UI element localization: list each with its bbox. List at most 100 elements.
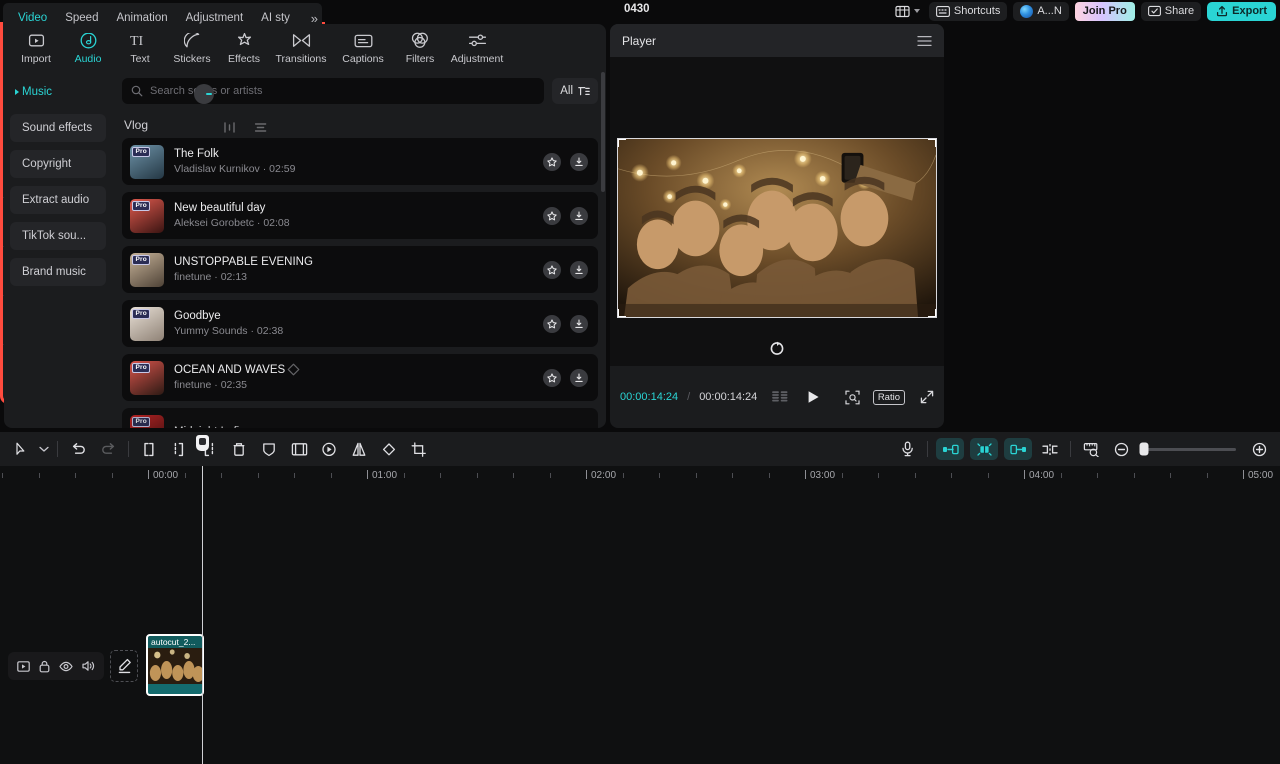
crop-icon[interactable] bbox=[404, 436, 434, 462]
song-row[interactable]: Pro Goodbye Yummy Sounds · 02:38 bbox=[122, 300, 598, 347]
lock-icon[interactable] bbox=[39, 660, 50, 673]
fullscreen-icon[interactable] bbox=[920, 390, 934, 404]
download-icon[interactable] bbox=[570, 261, 588, 279]
volume-icon[interactable] bbox=[82, 660, 95, 672]
star-icon[interactable] bbox=[543, 153, 561, 171]
resize-handle-bottom-right[interactable] bbox=[928, 309, 937, 318]
star-icon[interactable] bbox=[543, 207, 561, 225]
nav-tab-filters[interactable]: Filters bbox=[394, 29, 446, 65]
playhead-line bbox=[202, 488, 203, 764]
nav-tab-effects[interactable]: Effects bbox=[218, 29, 270, 65]
split-left-icon[interactable] bbox=[134, 436, 164, 462]
ruler-tick bbox=[331, 473, 332, 478]
resize-handle-top-right[interactable] bbox=[928, 138, 937, 147]
redo-icon[interactable] bbox=[93, 436, 123, 462]
layout-button[interactable] bbox=[892, 2, 923, 21]
download-icon[interactable] bbox=[570, 153, 588, 171]
tool-dropdown-caret-icon[interactable] bbox=[36, 436, 52, 462]
chevron-double-right-icon[interactable]: » bbox=[311, 11, 318, 26]
undo-icon[interactable] bbox=[63, 436, 93, 462]
mask-shield-icon[interactable] bbox=[254, 436, 284, 462]
zoom-slider-handle[interactable] bbox=[1140, 443, 1149, 456]
export-button[interactable]: Export bbox=[1207, 2, 1276, 21]
distribute-horizontal-icon[interactable] bbox=[214, 116, 245, 138]
download-icon[interactable] bbox=[570, 315, 588, 333]
resize-handle-bottom-left[interactable] bbox=[617, 309, 626, 318]
eye-visibility-icon[interactable] bbox=[59, 661, 73, 672]
song-subtitle: Yummy Sounds · 02:38 bbox=[174, 325, 533, 337]
account-button[interactable]: A...N bbox=[1013, 2, 1068, 21]
song-row[interactable]: Pro Midnight Lofi bbox=[122, 408, 598, 428]
play-icon[interactable] bbox=[807, 390, 820, 404]
tab-animation[interactable]: Animation bbox=[107, 12, 176, 24]
mirror-icon[interactable] bbox=[344, 436, 374, 462]
song-actions bbox=[543, 207, 588, 225]
nav-tab-audio[interactable]: Audio bbox=[62, 29, 114, 65]
download-icon[interactable] bbox=[570, 369, 588, 387]
nav-tab-label: Text bbox=[130, 53, 149, 65]
tab-speed[interactable]: Speed bbox=[56, 12, 107, 24]
zoom-slider[interactable] bbox=[1144, 448, 1236, 451]
split-icon[interactable] bbox=[164, 436, 194, 462]
category-brand-music[interactable]: Brand music bbox=[10, 258, 106, 286]
frames-icon[interactable] bbox=[772, 391, 788, 403]
transition-out-icon[interactable] bbox=[1004, 438, 1032, 460]
share-button[interactable]: Share bbox=[1141, 2, 1201, 21]
nav-tab-import[interactable]: Import bbox=[10, 29, 62, 65]
speed-ramp-icon[interactable] bbox=[314, 436, 344, 462]
song-list-scrollbar[interactable] bbox=[601, 72, 605, 192]
track-type-icon[interactable] bbox=[17, 661, 30, 672]
keyframe-diamond-icon[interactable] bbox=[287, 363, 300, 376]
join-pro-button[interactable]: Join Pro bbox=[1075, 2, 1135, 21]
hamburger-menu-icon[interactable] bbox=[917, 35, 932, 47]
split-clip-icon[interactable] bbox=[1035, 436, 1065, 462]
microphone-icon[interactable] bbox=[892, 436, 922, 462]
nav-tab-transitions[interactable]: Transitions bbox=[270, 29, 332, 65]
freeze-frame-icon[interactable] bbox=[284, 436, 314, 462]
select-arrow-icon[interactable] bbox=[6, 436, 36, 462]
zoom-out-icon[interactable] bbox=[1106, 436, 1136, 462]
rotate-shape-icon[interactable] bbox=[374, 436, 404, 462]
tab-adjustment[interactable]: Adjustment bbox=[177, 12, 253, 24]
distribute-vertical-icon[interactable] bbox=[245, 116, 276, 138]
filter-all-button[interactable]: All bbox=[552, 78, 598, 104]
timeline-clip[interactable]: autocut_2... bbox=[146, 634, 204, 696]
ruler-tick bbox=[1170, 473, 1171, 478]
star-icon[interactable] bbox=[543, 369, 561, 387]
category-music[interactable]: Music bbox=[10, 78, 106, 106]
tab-ai-style[interactable]: AI sty bbox=[252, 12, 299, 24]
nav-tab-captions[interactable]: Captions bbox=[332, 29, 394, 65]
shortcuts-button[interactable]: Shortcuts bbox=[929, 2, 1007, 21]
category-copyright[interactable]: Copyright bbox=[10, 150, 106, 178]
nav-tab-stickers[interactable]: Stickers bbox=[166, 29, 218, 65]
keyframe-mark-icon[interactable] bbox=[970, 438, 998, 460]
delete-trash-icon[interactable] bbox=[224, 436, 254, 462]
download-icon[interactable] bbox=[570, 207, 588, 225]
edit-pencil-icon[interactable] bbox=[110, 650, 138, 682]
resize-handle-top-left[interactable] bbox=[617, 138, 626, 147]
tab-video[interactable]: Video bbox=[9, 12, 56, 24]
timeline-ruler[interactable]: 00:0001:0002:0003:0004:0005:00 bbox=[0, 466, 1280, 488]
song-row[interactable]: Pro The Folk Vladislav Kurnikov · 02:59 bbox=[122, 138, 598, 185]
nav-tab-adjustment[interactable]: Adjustment bbox=[446, 29, 508, 65]
reset-rotate-icon[interactable] bbox=[769, 340, 786, 357]
category-tiktok-sounds[interactable]: TikTok sou... bbox=[10, 222, 106, 250]
ratio-button[interactable]: Ratio bbox=[873, 390, 905, 405]
transition-in-icon[interactable] bbox=[936, 438, 964, 460]
song-row[interactable]: Pro OCEAN AND WAVES finetune · 02:35 bbox=[122, 354, 598, 401]
nav-tab-text[interactable]: TI Text bbox=[114, 29, 166, 65]
playhead-handle[interactable] bbox=[196, 435, 209, 451]
star-icon[interactable] bbox=[543, 315, 561, 333]
song-row[interactable]: Pro New beautiful day Aleksei Gorobetc ·… bbox=[122, 192, 598, 239]
rotate-dial-icon[interactable] bbox=[194, 84, 214, 104]
song-row[interactable]: Pro UNSTOPPABLE EVENING finetune · 02:13 bbox=[122, 246, 598, 293]
star-icon[interactable] bbox=[543, 261, 561, 279]
zoom-fit-icon[interactable] bbox=[845, 390, 860, 405]
category-sound-effects[interactable]: Sound effects bbox=[10, 114, 106, 142]
video-preview[interactable] bbox=[617, 138, 937, 318]
search-box[interactable] bbox=[122, 78, 544, 104]
ruler-tick bbox=[2, 473, 3, 478]
zoom-in-icon[interactable] bbox=[1244, 436, 1274, 462]
measure-icon[interactable] bbox=[1076, 436, 1106, 462]
category-extract-audio[interactable]: Extract audio bbox=[10, 186, 106, 214]
